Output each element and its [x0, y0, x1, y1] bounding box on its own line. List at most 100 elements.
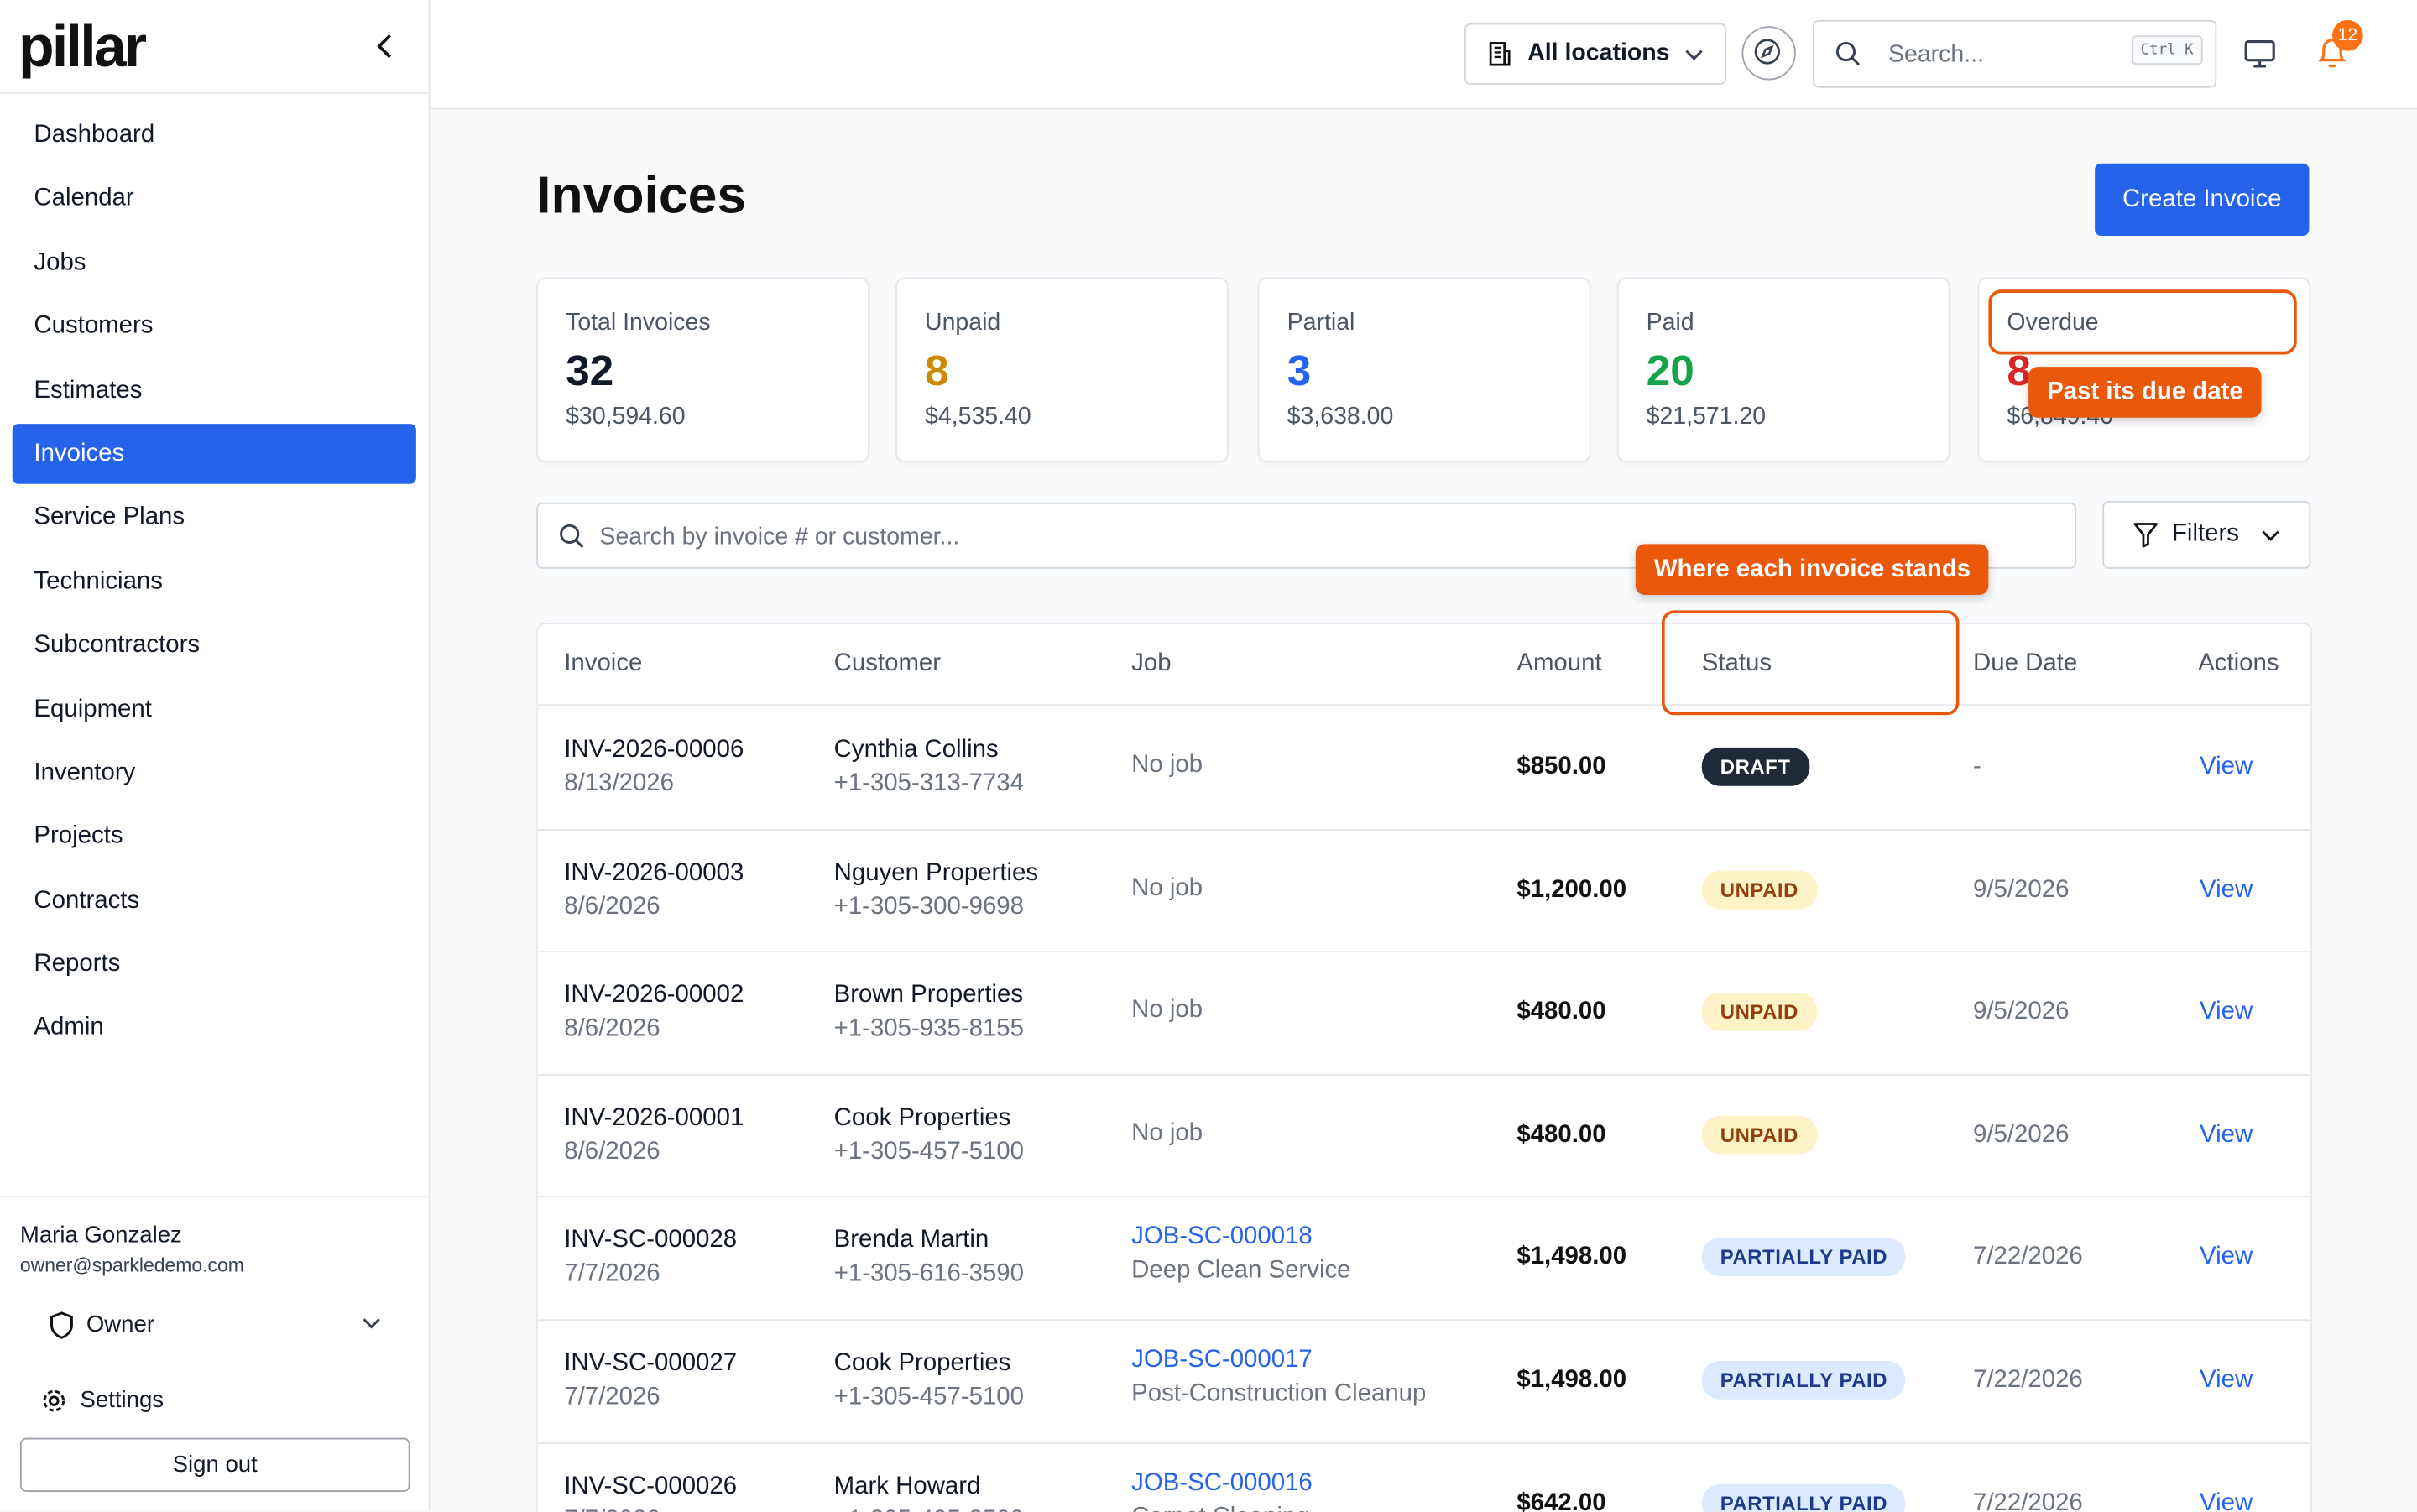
invoice-number[interactable]: INV-2026-00006 — [564, 737, 744, 764]
filters-button[interactable]: Filters — [2102, 500, 2311, 569]
customer-name: Nguyen Properties — [833, 859, 1039, 886]
job-link: No job — [1131, 874, 1203, 901]
invoice-number[interactable]: INV-2026-00003 — [564, 859, 744, 887]
column-header-customer: Customer — [833, 650, 942, 677]
create-invoice-button[interactable]: Create Invoice — [2095, 163, 2310, 237]
sidebar-item-inventory[interactable]: Inventory — [13, 743, 416, 803]
gear-icon — [43, 1389, 65, 1412]
stat-amount: $30,594.60 — [566, 404, 686, 430]
stat-amount: $4,535.40 — [925, 404, 1031, 430]
sidebar-item-contracts[interactable]: Contracts — [13, 870, 416, 931]
status-badge: PARTIALLY PAID — [1701, 1360, 1907, 1400]
sidebar-item-technicians[interactable]: Technicians — [13, 551, 416, 612]
customer-name: Cynthia Collins — [833, 736, 999, 764]
table-row[interactable]: INV-SC-000026 7/7/2026 Mark Howard +1-305-4… — [538, 1442, 2310, 1512]
monitor-icon[interactable] — [2242, 37, 2276, 70]
customer-name: Mark Howard — [833, 1473, 981, 1499]
table-row[interactable]: INV-2026-00001 8/6/2026 Cook Properties +1-… — [538, 1074, 2311, 1198]
job-description: Carpet Cleaning — [1131, 1504, 1309, 1512]
search-shortcut: Ctrl K — [2131, 35, 2203, 65]
column-header-invoice: Invoice — [564, 650, 643, 677]
view-invoice-link[interactable]: View — [2200, 1122, 2253, 1150]
due-date: 7/22/2026 — [1973, 1243, 2083, 1271]
sidebar-item-customers[interactable]: Customers — [13, 296, 416, 357]
invoice-amount: $1,498.00 — [1516, 1367, 1627, 1394]
customer-phone: +1-305-495-3500 — [834, 1507, 1024, 1512]
invoice-date: 7/7/2026 — [564, 1507, 660, 1512]
invoice-amount: $480.00 — [1516, 998, 1606, 1025]
stat-count: 8 — [925, 347, 949, 395]
location-select[interactable]: All locations — [1464, 23, 1727, 86]
stat-amount: $21,571.20 — [1646, 404, 1767, 430]
status-badge: UNPAID — [1701, 870, 1817, 909]
view-invoice-link[interactable]: View — [2200, 876, 2253, 904]
user-name: Maria Gonzalez — [19, 1222, 182, 1249]
column-header-actions: Actions — [2198, 650, 2279, 677]
invoice-number[interactable]: INV-SC-000027 — [564, 1350, 737, 1378]
global-search-placeholder: Search... — [1888, 41, 1984, 68]
compass-button[interactable] — [1741, 26, 1796, 81]
view-invoice-link[interactable]: View — [2200, 1244, 2253, 1272]
customer-name: Cook Properties — [833, 1104, 1011, 1131]
status-badge: PARTIALLY PAID — [1701, 1483, 1907, 1512]
status-badge: UNPAID — [1701, 993, 1817, 1032]
table-row[interactable]: INV-2026-00003 8/6/2026 Nguyen Properties +… — [538, 828, 2311, 953]
invoice-amount: $1,200.00 — [1516, 876, 1627, 903]
due-date: 9/5/2026 — [1973, 876, 2070, 903]
overdue-annotation: Past its due date — [2028, 367, 2262, 418]
role-selector[interactable]: Owner — [50, 1308, 383, 1345]
stat-count: 32 — [566, 347, 614, 395]
sidebar: pillar Dashboard Calendar Jobs Customers Est… — [0, 0, 431, 1510]
invoice-number[interactable]: INV-2026-00001 — [564, 1105, 744, 1133]
invoice-number[interactable]: INV-SC-000028 — [564, 1228, 737, 1255]
job-link[interactable]: JOB-SC-000018 — [1131, 1224, 1313, 1252]
invoice-date: 7/7/2026 — [564, 1384, 660, 1410]
view-invoice-link[interactable]: View — [2200, 753, 2253, 781]
sidebar-item-subcontractors[interactable]: Subcontractors — [13, 615, 416, 675]
due-date: 7/22/2026 — [1973, 1489, 2083, 1512]
table-row[interactable]: INV-2026-00006 8/13/2026 Cynthia Collins +1… — [538, 706, 2311, 831]
stat-card-paid[interactable]: Paid 20 $21,571.20 — [1616, 277, 1950, 463]
customer-phone: +1-305-935-8155 — [833, 1015, 1024, 1042]
compass-icon — [1753, 38, 1780, 64]
invoice-amount: $480.00 — [1516, 1121, 1606, 1148]
sidebar-item-estimates[interactable]: Estimates — [13, 360, 416, 420]
sidebar-item-projects[interactable]: Projects — [13, 806, 416, 867]
stat-card-unpaid[interactable]: Unpaid 8 $4,535.40 — [895, 277, 1229, 463]
customer-name: Cook Properties — [833, 1349, 1011, 1377]
stat-card-total-invoices[interactable]: Total Invoices 32 $30,594.60 — [536, 277, 869, 463]
sidebar-item-reports[interactable]: Reports — [13, 934, 416, 994]
view-invoice-link[interactable]: View — [2200, 999, 2253, 1027]
invoice-number[interactable]: INV-2026-00002 — [564, 982, 744, 1009]
sign-out-button[interactable]: Sign out — [19, 1437, 410, 1492]
collapse-sidebar-icon[interactable] — [367, 28, 404, 65]
job-link[interactable]: JOB-SC-000017 — [1131, 1347, 1313, 1374]
topbar: All locations Search... Ctrl K 12 — [430, 0, 2417, 110]
table-row[interactable]: INV-SC-000028 7/7/2026 Brenda Martin +1-305… — [538, 1197, 2311, 1321]
due-date: 9/5/2026 — [1973, 1121, 2070, 1148]
table-row[interactable]: INV-2026-00002 8/6/2026 Brown Properties +1… — [538, 952, 2311, 1076]
job-link[interactable]: JOB-SC-000016 — [1131, 1469, 1313, 1497]
sidebar-item-equipment[interactable]: Equipment — [13, 679, 416, 739]
building-icon — [1489, 42, 1511, 66]
customer-phone: +1-305-457-5100 — [833, 1138, 1024, 1165]
chevron-down-icon — [363, 1318, 380, 1329]
sidebar-item-admin[interactable]: Admin — [13, 998, 416, 1058]
app-logo[interactable]: pillar — [18, 17, 147, 78]
sidebar-item-service-plans[interactable]: Service Plans — [13, 487, 416, 548]
stat-card-partial[interactable]: Partial 3 $3,638.00 — [1257, 277, 1591, 463]
sidebar-item-dashboard[interactable]: Dashboard — [13, 105, 416, 165]
invoice-amount: $1,498.00 — [1516, 1243, 1627, 1271]
invoice-number[interactable]: INV-SC-000026 — [564, 1473, 737, 1500]
sidebar-item-invoices[interactable]: Invoices — [12, 424, 416, 484]
sidebar-item-jobs[interactable]: Jobs — [13, 232, 416, 293]
global-search[interactable]: Search... Ctrl K — [1813, 19, 2217, 88]
table-row[interactable]: INV-SC-000027 7/7/2026 Cook Properties +1-3… — [538, 1319, 2311, 1444]
stat-count: 20 — [1646, 347, 1694, 395]
view-invoice-link[interactable]: View — [2200, 1489, 2253, 1511]
status-highlight — [1662, 610, 1960, 716]
sidebar-item-calendar[interactable]: Calendar — [13, 169, 416, 229]
invoice-amount: $850.00 — [1516, 753, 1606, 780]
status-badge: UNPAID — [1701, 1115, 1817, 1155]
view-invoice-link[interactable]: View — [2200, 1367, 2253, 1395]
